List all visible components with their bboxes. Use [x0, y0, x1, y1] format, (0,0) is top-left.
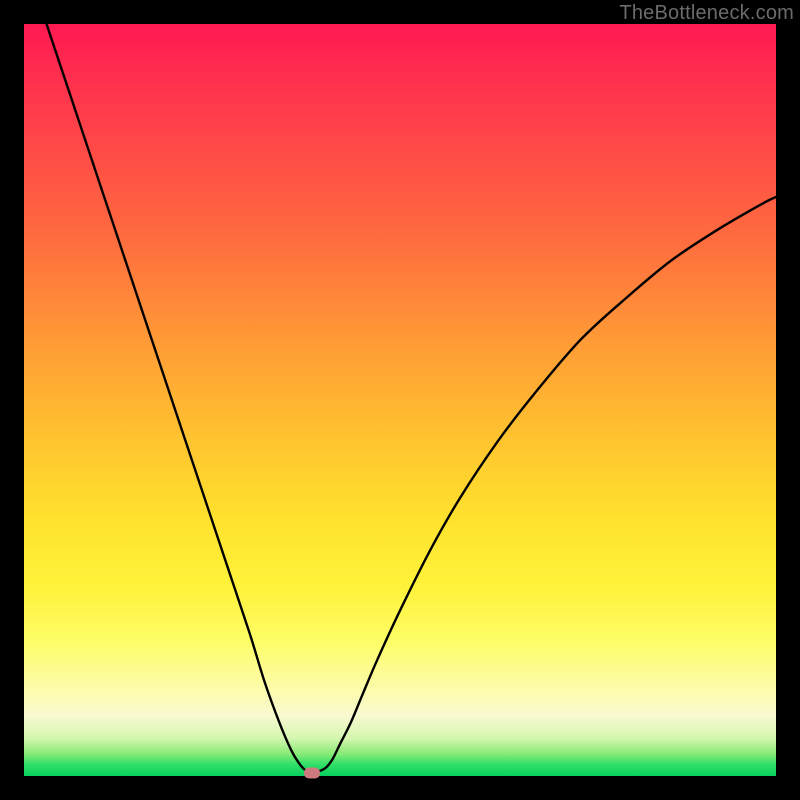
plot-area [24, 24, 776, 776]
optimum-marker [304, 767, 320, 778]
bottleneck-curve [24, 24, 776, 776]
chart-frame: TheBottleneck.com [0, 0, 800, 800]
watermark-text: TheBottleneck.com [619, 2, 794, 25]
